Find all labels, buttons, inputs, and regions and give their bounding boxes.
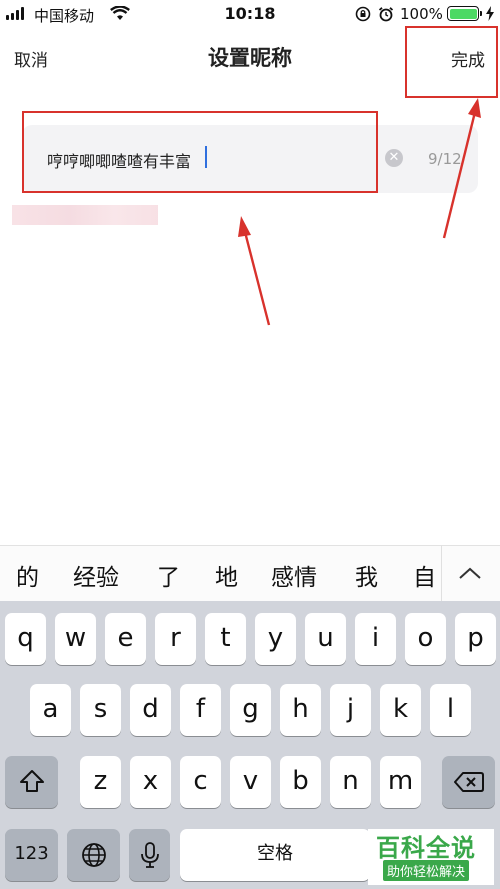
watermark-subtitle: 助你轻松解决 xyxy=(383,860,470,881)
shift-key[interactable] xyxy=(5,756,58,808)
candidate-divider xyxy=(441,545,442,601)
key-j[interactable]: j xyxy=(330,684,371,736)
key-s[interactable]: s xyxy=(80,684,121,736)
dictation-key[interactable] xyxy=(129,829,170,881)
key-o[interactable]: o xyxy=(405,613,446,665)
key-e[interactable]: e xyxy=(105,613,146,665)
key-l[interactable]: l xyxy=(430,684,471,736)
globe-icon xyxy=(81,843,106,867)
candidate-word[interactable]: 地 xyxy=(215,558,238,592)
key-q[interactable]: q xyxy=(5,613,46,665)
delete-key[interactable] xyxy=(442,756,495,808)
key-w[interactable]: w xyxy=(55,613,96,665)
candidate-word[interactable]: 经验 xyxy=(73,558,119,592)
candidate-word[interactable]: 感情 xyxy=(271,558,317,592)
microphone-icon xyxy=(140,842,159,868)
globe-key[interactable] xyxy=(67,829,120,881)
candidate-word[interactable]: 我 xyxy=(355,558,378,592)
key-t[interactable]: t xyxy=(205,613,246,665)
watermark-title: 百科全说 xyxy=(376,834,476,862)
key-m[interactable]: m xyxy=(380,756,421,808)
key-c[interactable]: c xyxy=(180,756,221,808)
key-b[interactable]: b xyxy=(280,756,321,808)
numbers-key[interactable]: 123 xyxy=(5,829,58,881)
candidate-word[interactable]: 了 xyxy=(157,558,180,592)
key-x[interactable]: x xyxy=(130,756,171,808)
key-f[interactable]: f xyxy=(180,684,221,736)
key-k[interactable]: k xyxy=(380,684,421,736)
key-n[interactable]: n xyxy=(330,756,371,808)
key-z[interactable]: z xyxy=(80,756,121,808)
candidate-word[interactable]: 的 xyxy=(16,558,39,592)
candidate-word[interactable]: 自 xyxy=(413,558,440,592)
chevron-up-icon[interactable] xyxy=(458,566,482,580)
space-key[interactable]: 空格 xyxy=(180,829,370,881)
key-h[interactable]: h xyxy=(280,684,321,736)
key-y[interactable]: y xyxy=(255,613,296,665)
key-r[interactable]: r xyxy=(155,613,196,665)
key-a[interactable]: a xyxy=(30,684,71,736)
key-u[interactable]: u xyxy=(305,613,346,665)
key-v[interactable]: v xyxy=(230,756,271,808)
backspace-icon xyxy=(453,772,484,792)
key-i[interactable]: i xyxy=(355,613,396,665)
key-g[interactable]: g xyxy=(230,684,271,736)
key-d[interactable]: d xyxy=(130,684,171,736)
key-p[interactable]: p xyxy=(455,613,496,665)
shift-icon xyxy=(19,770,44,792)
